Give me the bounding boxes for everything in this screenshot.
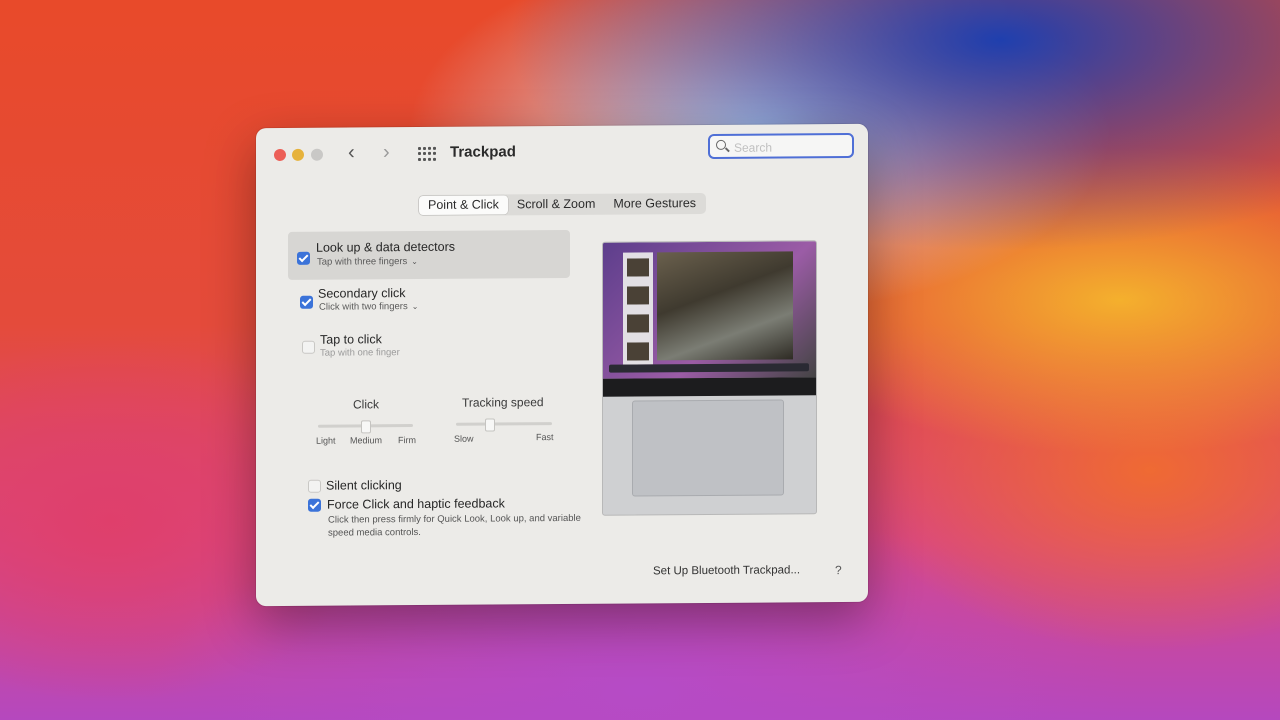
help-button[interactable]: ? bbox=[835, 563, 842, 577]
zoom-button[interactable] bbox=[311, 148, 323, 161]
preview-thumbnail bbox=[627, 314, 649, 333]
search-field[interactable] bbox=[708, 132, 854, 159]
tracking-slider-knob[interactable] bbox=[485, 418, 495, 432]
lookup-label: Look up & data detectors bbox=[316, 239, 455, 255]
tab-bar: Point & Click Scroll & Zoom More Gesture… bbox=[418, 192, 707, 217]
secondary-click-checkbox[interactable] bbox=[300, 295, 313, 309]
secondary-click-select[interactable]: Click with two fingers ⌄ bbox=[319, 301, 418, 313]
click-slider-title: Click bbox=[353, 397, 379, 412]
preferences-window: ‹ › Trackpad Point & Click Scroll & Zoom… bbox=[256, 123, 868, 607]
tab-scroll-zoom[interactable]: Scroll & Zoom bbox=[508, 195, 605, 215]
preview-photo bbox=[657, 251, 793, 361]
preview-thumbnail bbox=[627, 342, 649, 361]
setup-bluetooth-trackpad-button[interactable]: Set Up Bluetooth Trackpad... bbox=[653, 564, 800, 577]
option-tap-to-click[interactable]: Tap to click Tap with one finger bbox=[288, 326, 570, 368]
tracking-slider-track[interactable] bbox=[456, 422, 552, 426]
click-min-label: Light bbox=[316, 435, 336, 446]
tracking-slider-title: Tracking speed bbox=[462, 395, 544, 410]
force-click-checkbox[interactable] bbox=[308, 498, 321, 512]
minimize-button[interactable] bbox=[292, 148, 304, 161]
forward-icon[interactable]: › bbox=[383, 141, 390, 163]
force-click-label: Force Click and haptic feedback bbox=[327, 496, 505, 512]
show-all-grid-icon[interactable] bbox=[418, 146, 436, 161]
click-slider-knob[interactable] bbox=[361, 420, 371, 434]
click-mid-label: Medium bbox=[350, 435, 383, 446]
secondary-click-label: Secondary click bbox=[318, 286, 406, 301]
force-click-description: Click then press firmly for Quick Look, … bbox=[328, 512, 581, 539]
lookup-checkbox[interactable] bbox=[297, 251, 310, 265]
click-max-label: Firm bbox=[398, 435, 416, 446]
tap-to-click-checkbox[interactable] bbox=[302, 340, 315, 354]
chevron-down-icon: ⌄ bbox=[411, 257, 418, 267]
tab-point-click[interactable]: Point & Click bbox=[419, 195, 508, 215]
silent-clicking-label: Silent clicking bbox=[326, 478, 402, 493]
preview-thumbnail bbox=[627, 286, 649, 305]
preview-dock bbox=[609, 363, 809, 373]
window-title: Trackpad bbox=[450, 143, 516, 161]
option-lookup[interactable]: Look up & data detectors Tap with three … bbox=[288, 229, 570, 280]
tracking-max-label: Fast bbox=[536, 432, 554, 443]
preview-thumbnail bbox=[627, 258, 649, 277]
tracking-min-label: Slow bbox=[454, 433, 474, 444]
option-secondary-click[interactable]: Secondary click Click with two fingers ⌄ bbox=[288, 281, 570, 323]
preview-touch-bar bbox=[603, 377, 816, 397]
title-bar: ‹ › Trackpad bbox=[256, 124, 868, 180]
close-button[interactable] bbox=[274, 148, 286, 162]
lookup-gesture-select[interactable]: Tap with three fingers ⌄ bbox=[317, 256, 418, 268]
tap-to-click-sub: Tap with one finger bbox=[320, 347, 400, 359]
tab-more-gestures[interactable]: More Gestures bbox=[604, 194, 705, 214]
silent-clicking-checkbox[interactable] bbox=[308, 479, 321, 493]
search-input[interactable] bbox=[732, 137, 846, 157]
search-icon bbox=[716, 139, 726, 150]
preview-trackpad bbox=[632, 399, 784, 497]
back-icon[interactable]: ‹ bbox=[348, 141, 355, 163]
chevron-down-icon: ⌄ bbox=[411, 302, 419, 312]
gesture-preview-video bbox=[602, 240, 817, 516]
tap-to-click-label: Tap to click bbox=[320, 332, 382, 347]
